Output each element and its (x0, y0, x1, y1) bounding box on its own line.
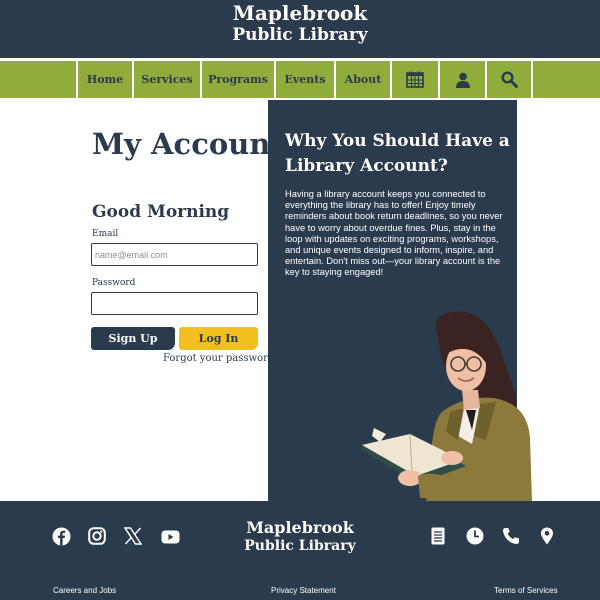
nav-item-events[interactable]: Events (274, 61, 334, 98)
nav-calendar-button[interactable] (390, 61, 438, 98)
main-nav: Home Services Programs Events About (0, 61, 600, 98)
forgot-password-link[interactable]: Forgot your password (163, 353, 274, 364)
nav-wrapper: Home Services Programs Events About (0, 58, 600, 100)
email-label: Email (92, 229, 119, 239)
document-link[interactable] (428, 527, 448, 549)
careers-link[interactable]: Careers and Jobs (53, 586, 116, 595)
nav-account-button[interactable] (438, 61, 485, 98)
search-icon (500, 71, 518, 88)
info-panel-text: Having a library account keeps you conne… (285, 189, 503, 278)
page-title: My Account (92, 127, 284, 161)
nav-search-button[interactable] (485, 61, 533, 98)
logo-line-1: Maplebrook (232, 1, 368, 25)
site-logo[interactable]: Maplebrook Public Library (0, 0, 600, 46)
nav-item-services[interactable]: Services (132, 61, 200, 98)
logo-line-2: Public Library (232, 25, 368, 45)
password-field[interactable] (91, 292, 258, 315)
user-icon (455, 72, 471, 88)
sign-up-button[interactable]: Sign Up (91, 327, 175, 350)
location-pin-icon (540, 527, 554, 549)
phone-link[interactable] (501, 528, 521, 548)
hours-link[interactable] (465, 527, 485, 549)
nav-item-programs[interactable]: Programs (200, 61, 274, 98)
nav-item-about[interactable]: About (334, 61, 390, 98)
terms-link[interactable]: Terms of Services (494, 586, 558, 595)
greeting-heading: Good Morning (92, 202, 230, 222)
nav-item-home[interactable]: Home (76, 61, 132, 98)
woman-reading-photo (354, 308, 534, 502)
phone-icon (502, 527, 520, 549)
password-label: Password (92, 278, 136, 288)
email-field[interactable] (91, 243, 258, 266)
site-header: Maplebrook Public Library (0, 0, 600, 58)
location-link[interactable] (537, 527, 557, 549)
document-icon (431, 527, 445, 549)
log-in-button[interactable]: Log In (179, 327, 258, 350)
info-panel-title: Why You Should Have a Library Account? (285, 131, 510, 176)
clock-icon (466, 527, 484, 549)
privacy-link[interactable]: Privacy Statement (271, 586, 336, 595)
calendar-icon (406, 71, 424, 88)
